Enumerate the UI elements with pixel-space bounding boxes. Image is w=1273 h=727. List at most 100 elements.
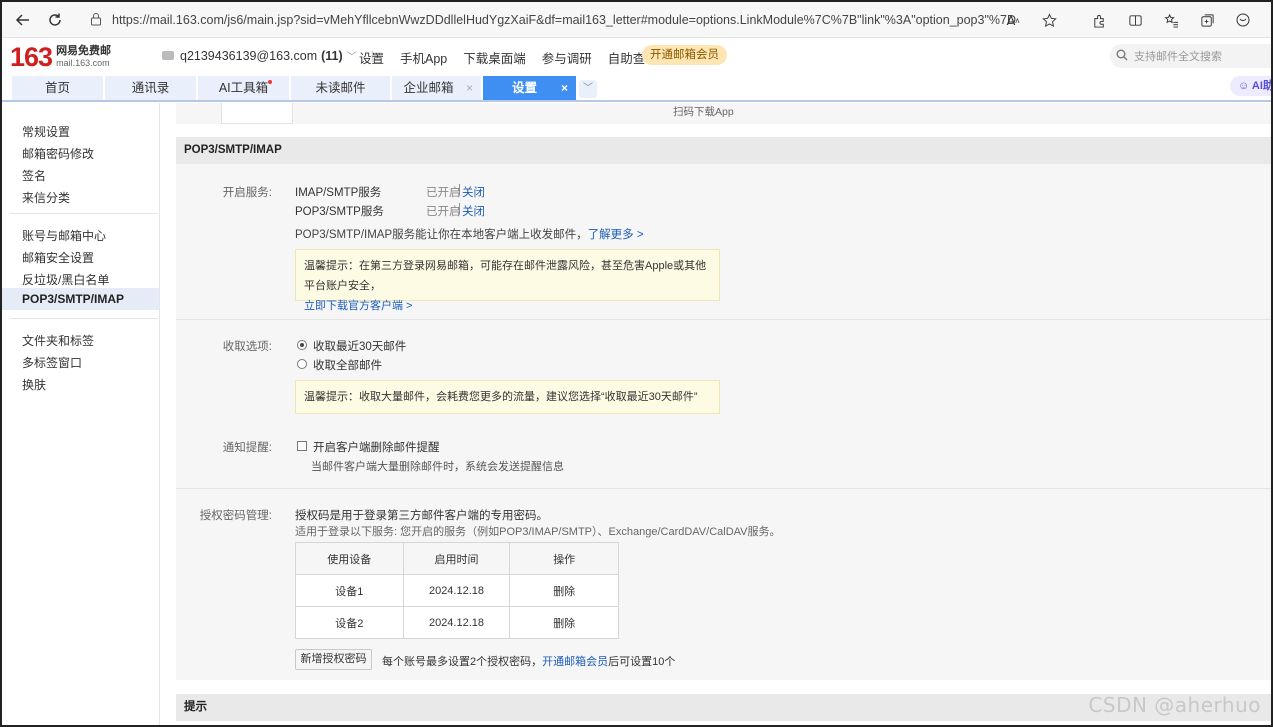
auth-limit-text: 每个账号最多设置2个授权密码， <box>382 656 543 668</box>
risk-tip-text: 温馨提示：在第三方登录网易邮箱，可能存在邮件泄露风险，甚至危害Apple或其他平… <box>304 260 707 292</box>
link-desktop-download[interactable]: 下载桌面端 <box>463 48 526 67</box>
sidebar-item-skin[interactable]: 换肤 <box>22 376 46 393</box>
sidebar-item-general[interactable]: 常规设置 <box>22 123 70 140</box>
auth-code-table: 使用设备 启用时间 操作 设备1 2024.12.18 删除 设备2 2024.… <box>295 542 619 639</box>
vip-button[interactable]: 开通邮箱会员 <box>642 45 727 65</box>
tab-more-chevron-icon[interactable]: ﹀ <box>579 80 597 98</box>
pop3-close-link[interactable]: 关闭 <box>462 203 485 219</box>
sidebar-item-pop3[interactable]: POP3/SMTP/IMAP <box>2 288 159 310</box>
sidebar-item-password[interactable]: 邮箱密码修改 <box>22 145 94 162</box>
column-action: 操作 <box>509 542 619 575</box>
sidebar-item-antispam[interactable]: 反垃圾/黑白名单 <box>22 271 109 288</box>
search-placeholder: 支持邮件全文搜索 <box>1134 51 1222 63</box>
notify-label: 通知提醒: <box>222 442 272 454</box>
radio-all-mail[interactable] <box>297 359 307 369</box>
add-auth-code-button[interactable]: 新增授权密码 <box>295 649 372 670</box>
top-links: 设置 手机App 下载桌面端 参与调研 自助查询 <box>359 48 674 67</box>
extensions-icon[interactable] <box>1081 6 1117 34</box>
delete-reminder-desc: 当邮件客户端大量删除邮件时，系统会发送提醒信息 <box>311 461 564 473</box>
receive-label: 收取选项: <box>222 341 272 353</box>
tab-ai-toolbox[interactable]: AI工具箱 <box>198 76 290 100</box>
browser-toolbar: https://mail.163.com/js6/main.jsp?sid=vM… <box>2 2 1271 38</box>
radio-recent-30-days[interactable] <box>297 340 307 350</box>
copilot-icon[interactable] <box>1225 6 1261 34</box>
sidebar-item-security[interactable]: 邮箱安全设置 <box>22 249 94 266</box>
favorites-list-icon[interactable] <box>1153 6 1189 34</box>
qr-caption: 扫码下载App <box>673 106 734 118</box>
account-switcher[interactable]: q2139436139@163.com (11) ﹀ | <box>162 48 386 63</box>
auth-desc-line1: 授权码是用于登录第三方邮件客户端的专用密码。 <box>295 510 548 522</box>
logo-number: 163 <box>10 42 53 72</box>
close-icon[interactable]: × <box>466 76 473 100</box>
auth-desc-line2: 适用于登录以下服务: 您开启的服务（例如POP3/IMAP/SMTP）、Exch… <box>295 526 781 538</box>
imap-service-status: 已开启 <box>426 187 461 199</box>
lock-icon[interactable] <box>90 12 102 29</box>
screenshot-frame: https://mail.163.com/js6/main.jsp?sid=vM… <box>0 0 1273 727</box>
link-survey[interactable]: 参与调研 <box>542 48 592 67</box>
search-input[interactable]: 支持邮件全文搜索 <box>1110 44 1271 68</box>
date-cell: 2024.12.18 <box>402 606 511 639</box>
ai-assistant-button[interactable]: ☺ AI助 <box>1230 76 1271 96</box>
separator: | <box>458 203 461 215</box>
logo-title: 网易免费邮 <box>56 45 112 57</box>
pop3-service-name: POP3/SMTP服务 <box>295 206 384 218</box>
imap-close-link[interactable]: 关闭 <box>462 184 485 200</box>
watermark: CSDN @aherhuo <box>1088 693 1261 717</box>
tab-settings[interactable]: 设置 × <box>483 76 577 100</box>
collections-icon[interactable] <box>1189 6 1225 34</box>
reload-icon[interactable] <box>40 5 70 35</box>
device-cell: 设备1 <box>295 574 404 607</box>
delete-link[interactable]: 删除 <box>509 606 619 639</box>
url-text: https://mail.163.com/js6/main.jsp?sid=vM… <box>112 13 1016 27</box>
learn-more-link[interactable]: 了解更多 > <box>588 229 644 241</box>
settings-sidebar: 常规设置 邮箱密码修改 签名 来信分类 账号与邮箱中心 邮箱安全设置 反垃圾/黑… <box>2 103 160 725</box>
address-bar[interactable]: https://mail.163.com/js6/main.jsp?sid=vM… <box>84 6 1024 34</box>
favorite-star-icon[interactable] <box>1031 6 1067 34</box>
unread-count: (11) <box>321 48 343 63</box>
app-download-strip: 扫码下载App <box>176 103 1271 124</box>
split-screen-icon[interactable] <box>1117 6 1153 34</box>
delete-link[interactable]: 删除 <box>509 574 619 607</box>
tab-unread[interactable]: 未读邮件 <box>291 76 391 100</box>
column-device: 使用设备 <box>295 542 404 575</box>
pop3-service-status: 已开启 <box>426 206 461 218</box>
table-header-row: 使用设备 启用时间 操作 <box>295 542 619 575</box>
table-row: 设备1 2024.12.18 删除 <box>295 574 619 607</box>
logo[interactable]: 163 网易免费邮 mail.163.com <box>10 43 111 71</box>
link-settings[interactable]: 设置 <box>359 48 384 67</box>
search-icon <box>1116 49 1128 64</box>
tab-enterprise[interactable]: 企业邮箱 × <box>392 76 482 100</box>
link-mobile-app[interactable]: 手机App <box>400 48 447 67</box>
receive-option-recent: 收取最近30天邮件 <box>313 341 407 353</box>
chevron-down-icon: ﹀ <box>346 52 357 63</box>
traffic-tip-text: 温馨提示：收取大量邮件，会耗费您更多的流量，建议您选择“收取最近30天邮件” <box>304 391 698 403</box>
sidebar-item-signature[interactable]: 签名 <box>22 167 46 184</box>
tab-contacts[interactable]: 通讯录 <box>105 76 197 100</box>
account-card-icon <box>162 51 174 60</box>
read-aloud-icon[interactable]: Aʌ <box>995 6 1031 34</box>
settings-content: 扫码下载App POP3/SMTP/IMAP 开启服务: IMAP/SMTP服务… <box>176 103 1271 725</box>
divider <box>176 488 1271 489</box>
sidebar-item-account-center[interactable]: 账号与邮箱中心 <box>22 227 106 244</box>
download-client-link[interactable]: 立即下载官方客户端 > <box>304 296 711 316</box>
imap-service-name: IMAP/SMTP服务 <box>295 187 382 199</box>
back-icon[interactable] <box>8 5 38 35</box>
logo-domain: mail.163.com <box>56 58 110 68</box>
sidebar-divider <box>10 318 158 319</box>
sidebar-item-mail-sort[interactable]: 来信分类 <box>22 189 70 206</box>
divider <box>176 319 1271 320</box>
tab-home[interactable]: 首页 <box>12 76 104 100</box>
close-icon[interactable]: × <box>561 76 568 100</box>
column-date: 启用时间 <box>402 542 511 575</box>
delete-reminder-checkbox[interactable] <box>297 441 307 451</box>
device-cell: 设备2 <box>295 606 404 639</box>
sidebar-item-folders[interactable]: 文件夹和标签 <box>22 332 94 349</box>
delete-reminder-label: 开启客户端删除邮件提醒 <box>313 442 440 454</box>
receive-option-all: 收取全部邮件 <box>313 360 382 372</box>
services-label: 开启服务: <box>222 187 272 199</box>
vip-link[interactable]: 开通邮箱会员 <box>542 656 608 668</box>
service-description: POP3/SMTP/IMAP服务能让你在本地客户端上收发邮件， <box>295 229 588 241</box>
section-title: POP3/SMTP/IMAP <box>176 137 1271 164</box>
smile-icon: ☺ <box>1238 80 1252 92</box>
sidebar-item-multitab[interactable]: 多标签窗口 <box>22 354 82 371</box>
